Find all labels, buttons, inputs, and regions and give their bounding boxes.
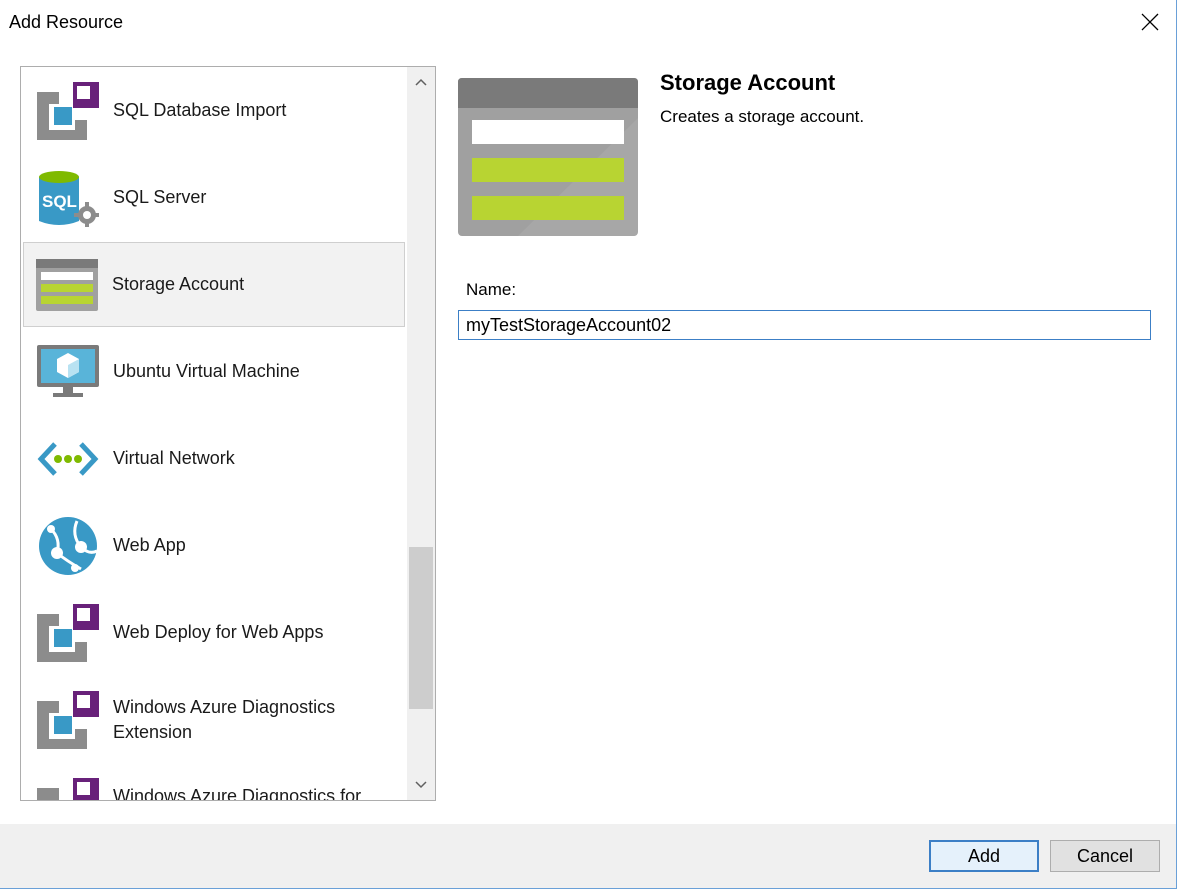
list-item-label: Storage Account [112,274,245,294]
list-item-label: Ubuntu Virtual Machine [113,361,300,381]
detail-title: Storage Account [660,70,836,95]
puzzle-piece-icon [37,778,99,800]
list-item-windows-azure-diagnostics-extension[interactable]: Windows Azure Diagnostics Extension [23,677,405,762]
list-item-label: Windows Azure Diagnostics Extension [113,696,336,742]
list-item-web-app[interactable]: Web App [23,503,405,588]
list-item-label: Web App [113,535,186,555]
list-item-label: SQL Server [113,187,207,207]
resource-list-items: SQL Database Import SQL SQL Server Stora… [21,67,407,800]
scroll-down-button[interactable] [407,770,435,800]
storage-account-icon [36,259,98,311]
dialog-footer: Add Cancel [0,824,1176,888]
list-item-label: Windows Azure Diagnostics for [113,786,362,800]
list-item-windows-azure-diagnostics-for[interactable]: Windows Azure Diagnostics for [23,764,405,800]
close-button[interactable] [1134,6,1166,38]
storage-account-large-icon [458,78,638,236]
cancel-button[interactable]: Cancel [1050,840,1160,872]
list-item-sql-database-import[interactable]: SQL Database Import [23,68,405,153]
scroll-thumb[interactable] [409,547,433,709]
puzzle-piece-icon [37,691,99,749]
list-item-label: Virtual Network [113,448,235,468]
list-scrollbar[interactable] [407,67,435,800]
chevron-up-icon [415,78,427,86]
resource-list[interactable]: SQL Database Import SQL SQL Server Stora… [20,66,436,801]
virtual-machine-icon [37,345,99,397]
close-icon [1141,13,1159,31]
title-bar: Add Resource [0,0,1176,44]
puzzle-piece-icon [37,604,99,662]
web-app-globe-icon [39,517,98,575]
scroll-up-button[interactable] [407,67,435,97]
virtual-network-icon [37,442,99,476]
sql-icon-text: SQL [42,192,77,211]
dialog-title: Add Resource [9,12,124,32]
list-item-label: SQL Database Import [113,100,287,120]
name-label: Name: [466,280,517,299]
list-item-label: Web Deploy for Web Apps [113,622,324,642]
list-item-web-deploy[interactable]: Web Deploy for Web Apps [23,590,405,675]
list-item-ubuntu-virtual-machine[interactable]: Ubuntu Virtual Machine [23,329,405,414]
chevron-down-icon [415,781,427,789]
list-item-sql-server[interactable]: SQL SQL Server [23,155,405,240]
puzzle-piece-icon [37,82,99,140]
list-item-virtual-network[interactable]: Virtual Network [23,416,405,501]
sql-server-icon: SQL [39,171,99,227]
add-resource-dialog: Add Resource SQL Database Import SQL SQL… [0,0,1177,889]
list-item-storage-account[interactable]: Storage Account [23,242,405,327]
detail-description: Creates a storage account. [660,107,865,126]
add-button[interactable]: Add [929,840,1039,872]
name-input[interactable] [458,310,1151,340]
